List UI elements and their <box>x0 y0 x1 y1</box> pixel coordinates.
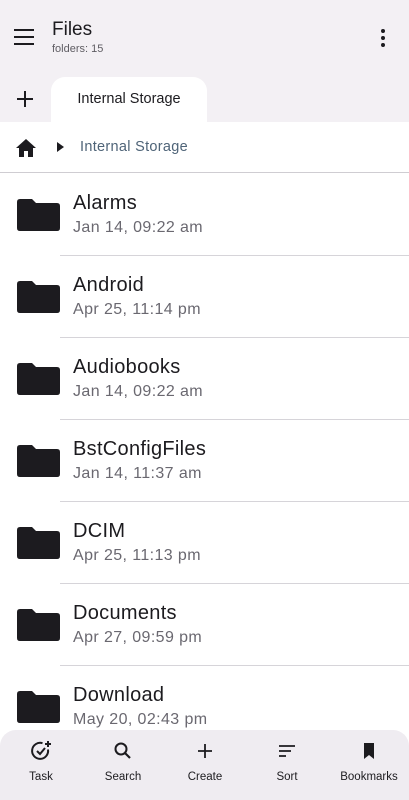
file-list: Alarms Jan 14, 09:22 am Android Apr 25, 11:… <box>0 174 409 730</box>
folder-icon <box>17 445 60 477</box>
arrow-right-icon <box>57 142 64 152</box>
nav-sort-label: Sort <box>276 771 298 783</box>
more-vert-icon[interactable] <box>376 29 390 49</box>
app-bar: Files folders: 15 <box>0 0 409 76</box>
list-item[interactable]: Android Apr 25, 11:14 pm <box>0 256 409 338</box>
nav-search-button[interactable]: Search <box>82 730 164 800</box>
folder-icon <box>17 691 60 723</box>
breadcrumb-item-internal-storage[interactable]: Internal Storage <box>80 139 188 155</box>
folder-icon <box>17 199 60 231</box>
list-item[interactable]: DCIM Apr 25, 11:13 pm <box>0 502 409 584</box>
task-icon <box>31 741 51 760</box>
file-date: Jan 14, 11:37 am <box>73 465 202 482</box>
file-name: DCIM <box>73 520 126 542</box>
add-icon <box>198 744 212 758</box>
list-item[interactable]: Documents Apr 27, 09:59 pm <box>0 584 409 666</box>
file-name: Documents <box>73 602 177 624</box>
nav-bookmarks-button[interactable]: Bookmarks <box>328 730 409 800</box>
list-item[interactable]: BstConfigFiles Jan 14, 11:37 am <box>0 420 409 502</box>
list-item[interactable]: Download May 20, 02:43 pm <box>0 666 409 730</box>
file-name: Alarms <box>73 192 138 214</box>
bookmark-icon <box>364 743 374 759</box>
breadcrumb: Internal Storage <box>0 122 409 173</box>
folder-count: folders: 15 <box>52 43 104 55</box>
file-date: May 20, 02:43 pm <box>73 711 208 728</box>
file-name: Audiobooks <box>73 356 181 378</box>
tab-bar: Internal Storage <box>0 76 409 123</box>
file-date: Jan 14, 09:22 am <box>73 219 204 236</box>
folder-icon <box>17 281 60 313</box>
nav-task-button[interactable]: Task <box>0 730 82 800</box>
file-date: Apr 27, 09:59 pm <box>73 629 203 646</box>
nav-create-button[interactable]: Create <box>164 730 246 800</box>
file-date: Jan 14, 09:22 am <box>73 383 204 400</box>
menu-icon[interactable] <box>14 29 38 49</box>
list-item[interactable]: Alarms Jan 14, 09:22 am <box>0 174 409 256</box>
add-tab-icon[interactable] <box>14 88 36 110</box>
list-item[interactable]: Audiobooks Jan 14, 09:22 am <box>0 338 409 420</box>
folder-icon <box>17 527 60 559</box>
sort-icon <box>279 745 295 757</box>
page-title: Files <box>52 19 93 40</box>
home-icon[interactable] <box>15 138 37 158</box>
nav-bookmarks-label: Bookmarks <box>340 771 398 783</box>
tab-internal-storage[interactable]: Internal Storage <box>51 77 207 123</box>
file-name: Android <box>73 274 145 296</box>
search-icon <box>114 742 131 759</box>
folder-icon <box>17 609 60 641</box>
file-name: Download <box>73 684 165 706</box>
file-date: Apr 25, 11:14 pm <box>73 301 201 318</box>
nav-task-label: Task <box>29 771 53 783</box>
folder-icon <box>17 363 60 395</box>
file-date: Apr 25, 11:13 pm <box>73 547 201 564</box>
bottom-nav: Task Search Create Sort Bookmarks <box>0 730 409 800</box>
nav-sort-button[interactable]: Sort <box>246 730 328 800</box>
nav-create-label: Create <box>187 771 223 783</box>
nav-search-label: Search <box>104 771 142 783</box>
file-name: BstConfigFiles <box>73 438 207 460</box>
